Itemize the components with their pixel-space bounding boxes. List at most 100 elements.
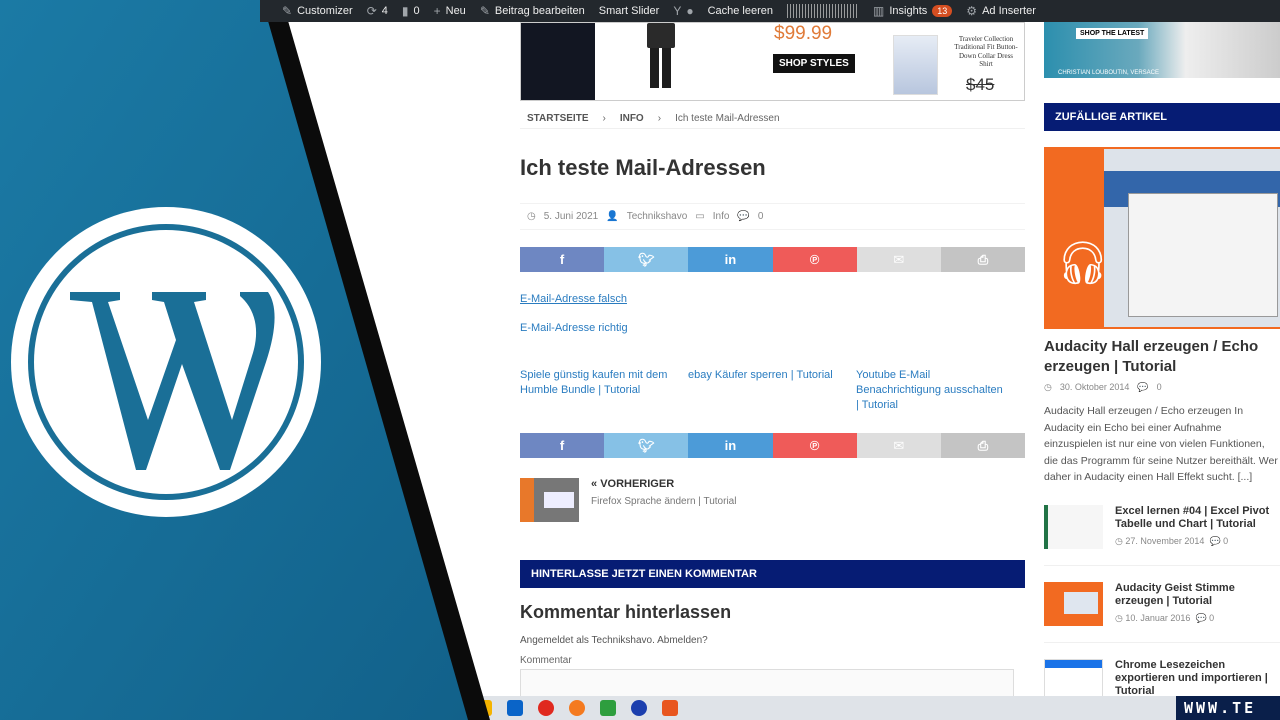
page-title: Ich teste Mail-Adressen [520, 155, 766, 180]
share-linkedin-button[interactable]: in [688, 433, 773, 458]
bar-chart-icon: ▥ [873, 4, 885, 18]
camtasia-icon[interactable] [600, 700, 616, 716]
list-item-title[interactable]: Audacity Geist Stimme erzeugen | Tutoria… [1115, 582, 1280, 608]
clock-icon: ◷ [1115, 535, 1126, 546]
link-email-right[interactable]: E-Mail-Adresse richtig [520, 322, 1025, 334]
admin-customizer[interactable]: ✎ Customizer [282, 4, 353, 18]
share-twitter-button[interactable]: 🐦︎ [604, 433, 689, 458]
comment-icon: 💬 [1209, 535, 1224, 546]
ad-brands-label: CHRISTIAN LOUBOUTIN, VERSACE [1058, 70, 1160, 76]
firefox-icon[interactable] [569, 700, 585, 716]
ad-old-price: $45 [966, 75, 995, 94]
envelope-icon: ✉ [893, 437, 905, 453]
list-item-title[interactable]: Excel lernen #04 | Excel Pivot Tabelle u… [1115, 505, 1280, 531]
related-post-link[interactable]: ebay Käufer sperren | Tutorial [688, 368, 836, 413]
admin-cache[interactable]: Cache leeren [708, 5, 773, 17]
admin-comments-count: 0 [413, 5, 420, 17]
breadcrumb-separator: › [602, 113, 606, 124]
print-icon: ⎙ [977, 251, 989, 267]
post-comment-count[interactable]: 0 [758, 211, 764, 222]
list-item-comments[interactable]: 0 [1209, 613, 1214, 623]
random-posts-header: ZUFÄLLIGE ARTIKEL [1044, 103, 1280, 131]
featured-post-comments[interactable]: 0 [1157, 382, 1162, 393]
admin-bar: ✎ Customizer ⟳ 4 ▮ 0 + Neu ✎ Beitrag bearbeit… [260, 0, 1280, 22]
breadcrumb-separator: › [657, 113, 662, 124]
ad-shirt-image [893, 35, 938, 95]
comment-icon: 💬 [1195, 612, 1210, 623]
pencil-icon: ✎ [479, 4, 490, 18]
admin-insights[interactable]: ▥ Insights 13 [873, 4, 953, 18]
share-email-button[interactable]: ✉ [856, 433, 941, 458]
breadcrumb-category[interactable]: INFO [620, 113, 644, 124]
comment-title: Kommentar hinterlassen [520, 602, 732, 622]
ad-banner[interactable]: $99.99 SHOP STYLES Traveler Collection T… [520, 22, 1025, 101]
ad-dark-panel [521, 23, 595, 100]
logged-in-text[interactable]: Angemeldet als Technikshavo. Abmelden? [520, 635, 1025, 646]
comment-field-label: Kommentar [520, 655, 572, 666]
outlook-icon[interactable] [507, 700, 523, 716]
twitter-icon: 🐦︎ [638, 251, 655, 267]
stats-sparkline[interactable] [787, 4, 860, 18]
post-category[interactable]: Info [713, 211, 730, 222]
list-item-title[interactable]: Chrome Lesezeichen exportieren und impor… [1115, 659, 1280, 698]
featured-post-image[interactable]: 🎧︎ [1044, 147, 1280, 329]
refresh-icon: ⟳ [366, 4, 377, 18]
admin-edit-label: Beitrag bearbeiten [494, 5, 585, 17]
link-email-wrong[interactable]: E-Mail-Adresse falsch [520, 293, 1025, 305]
sidebar-ad-image[interactable]: SHOP THE LATEST CHRISTIAN LOUBOUTIN, VER… [1044, 22, 1280, 78]
audacity-icon[interactable] [631, 700, 647, 716]
admin-smart-slider[interactable]: Smart Slider [599, 5, 660, 17]
admin-edit-post[interactable]: ✎ Beitrag bearbeiten [480, 4, 585, 18]
admin-yoast[interactable]: Y ● [673, 4, 693, 18]
chevron-left-icon: « [591, 478, 601, 490]
previous-label-text: VORHERIGER [600, 478, 675, 490]
opera-icon[interactable] [538, 700, 554, 716]
explorer-icon[interactable] [476, 700, 492, 716]
share-email-button[interactable]: ✉ [856, 247, 941, 272]
list-item-comments[interactable]: 0 [1223, 536, 1228, 546]
post-thumbnail[interactable] [1044, 504, 1103, 549]
share-pinterest-button[interactable]: ℗ [772, 433, 857, 458]
share-print-button[interactable]: ⎙ [940, 433, 1026, 458]
admin-updates-count: 4 [381, 5, 388, 17]
previous-post-thumbnail[interactable] [520, 478, 579, 522]
previous-post-title[interactable]: Firefox Sprache ändern | Tutorial [591, 496, 736, 507]
status-dot-icon: ● [686, 4, 694, 18]
insights-badge: 13 [932, 5, 953, 17]
comment-icon: 💬 [1137, 382, 1149, 392]
breadcrumb-home[interactable]: STARTSEITE [527, 113, 588, 124]
previous-post[interactable]: « VORHERIGER Firefox Sprache ändern | Tu… [520, 478, 1025, 522]
post-thumbnail[interactable] [1044, 581, 1103, 626]
headphones-icon: 🎧︎ [1056, 239, 1110, 286]
list-item-date: 27. November 2014 [1125, 535, 1205, 546]
sidebar: SHOP THE LATEST CHRISTIAN LOUBOUTIN, VER… [1044, 22, 1280, 703]
folder-icon: ▭ [695, 211, 705, 222]
pinterest-icon: ℗ [809, 252, 820, 267]
facebook-icon: f [559, 252, 565, 267]
list-item[interactable]: Excel lernen #04 | Excel Pivot Tabelle u… [1044, 504, 1280, 549]
related-posts: Spiele günstig kaufen mit dem Humble Bun… [520, 368, 1025, 413]
featured-post-title[interactable]: Audacity Hall erzeugen / Echo erzeugen |… [1044, 337, 1280, 377]
admin-updates[interactable]: ⟳ 4 [367, 4, 388, 18]
ad-shop-button[interactable]: SHOP STYLES [773, 54, 855, 73]
share-linkedin-button[interactable]: in [688, 247, 773, 272]
list-item[interactable]: Audacity Geist Stimme erzeugen | Tutoria… [1044, 564, 1280, 626]
share-facebook-button[interactable]: f [520, 247, 605, 272]
clock-icon: ◷ [1115, 612, 1126, 623]
related-post-link[interactable]: Spiele günstig kaufen mit dem Humble Bun… [520, 368, 668, 413]
shop-latest-label[interactable]: SHOP THE LATEST [1076, 28, 1149, 39]
list-item[interactable]: Chrome Lesezeichen exportieren und impor… [1044, 641, 1280, 703]
app-icon[interactable] [662, 700, 678, 716]
admin-ad-inserter[interactable]: ⚙ Ad Inserter [966, 4, 1036, 18]
admin-new[interactable]: + Neu [434, 4, 466, 18]
related-post-link[interactable]: Youtube E-Mail Benachrichtigung ausschal… [856, 368, 1004, 413]
clock-icon: ◷ [527, 211, 536, 222]
share-print-button[interactable]: ⎙ [940, 247, 1026, 272]
gear-icon: ⚙ [966, 4, 978, 18]
share-pinterest-button[interactable]: ℗ [772, 247, 857, 272]
admin-comments[interactable]: ▮ 0 [402, 4, 420, 18]
brush-icon: ✎ [282, 4, 293, 18]
share-facebook-button[interactable]: f [520, 433, 605, 458]
post-author[interactable]: Technikshavo [627, 211, 688, 222]
share-twitter-button[interactable]: 🐦︎ [604, 247, 689, 272]
